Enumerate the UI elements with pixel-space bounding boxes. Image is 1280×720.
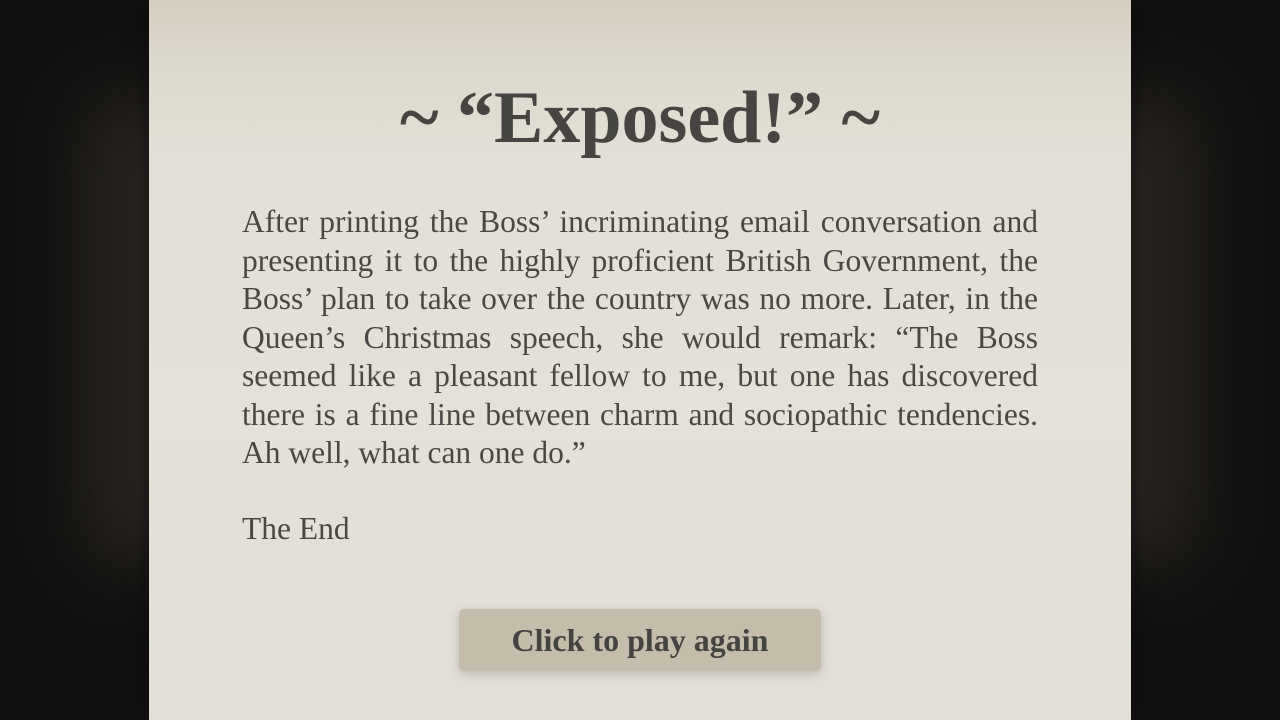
ending-title: ~ “Exposed!” ~ xyxy=(400,77,880,159)
ending-story-text: After printing the Boss’ incriminating e… xyxy=(242,204,1038,470)
ending-panel: ~ “Exposed!” ~ After printing the Boss’ … xyxy=(149,0,1131,720)
the-end-label: The End xyxy=(242,511,350,546)
play-again-button[interactable]: Click to play again xyxy=(459,609,821,671)
game-screen: ~ “Exposed!” ~ After printing the Boss’ … xyxy=(0,0,1280,720)
